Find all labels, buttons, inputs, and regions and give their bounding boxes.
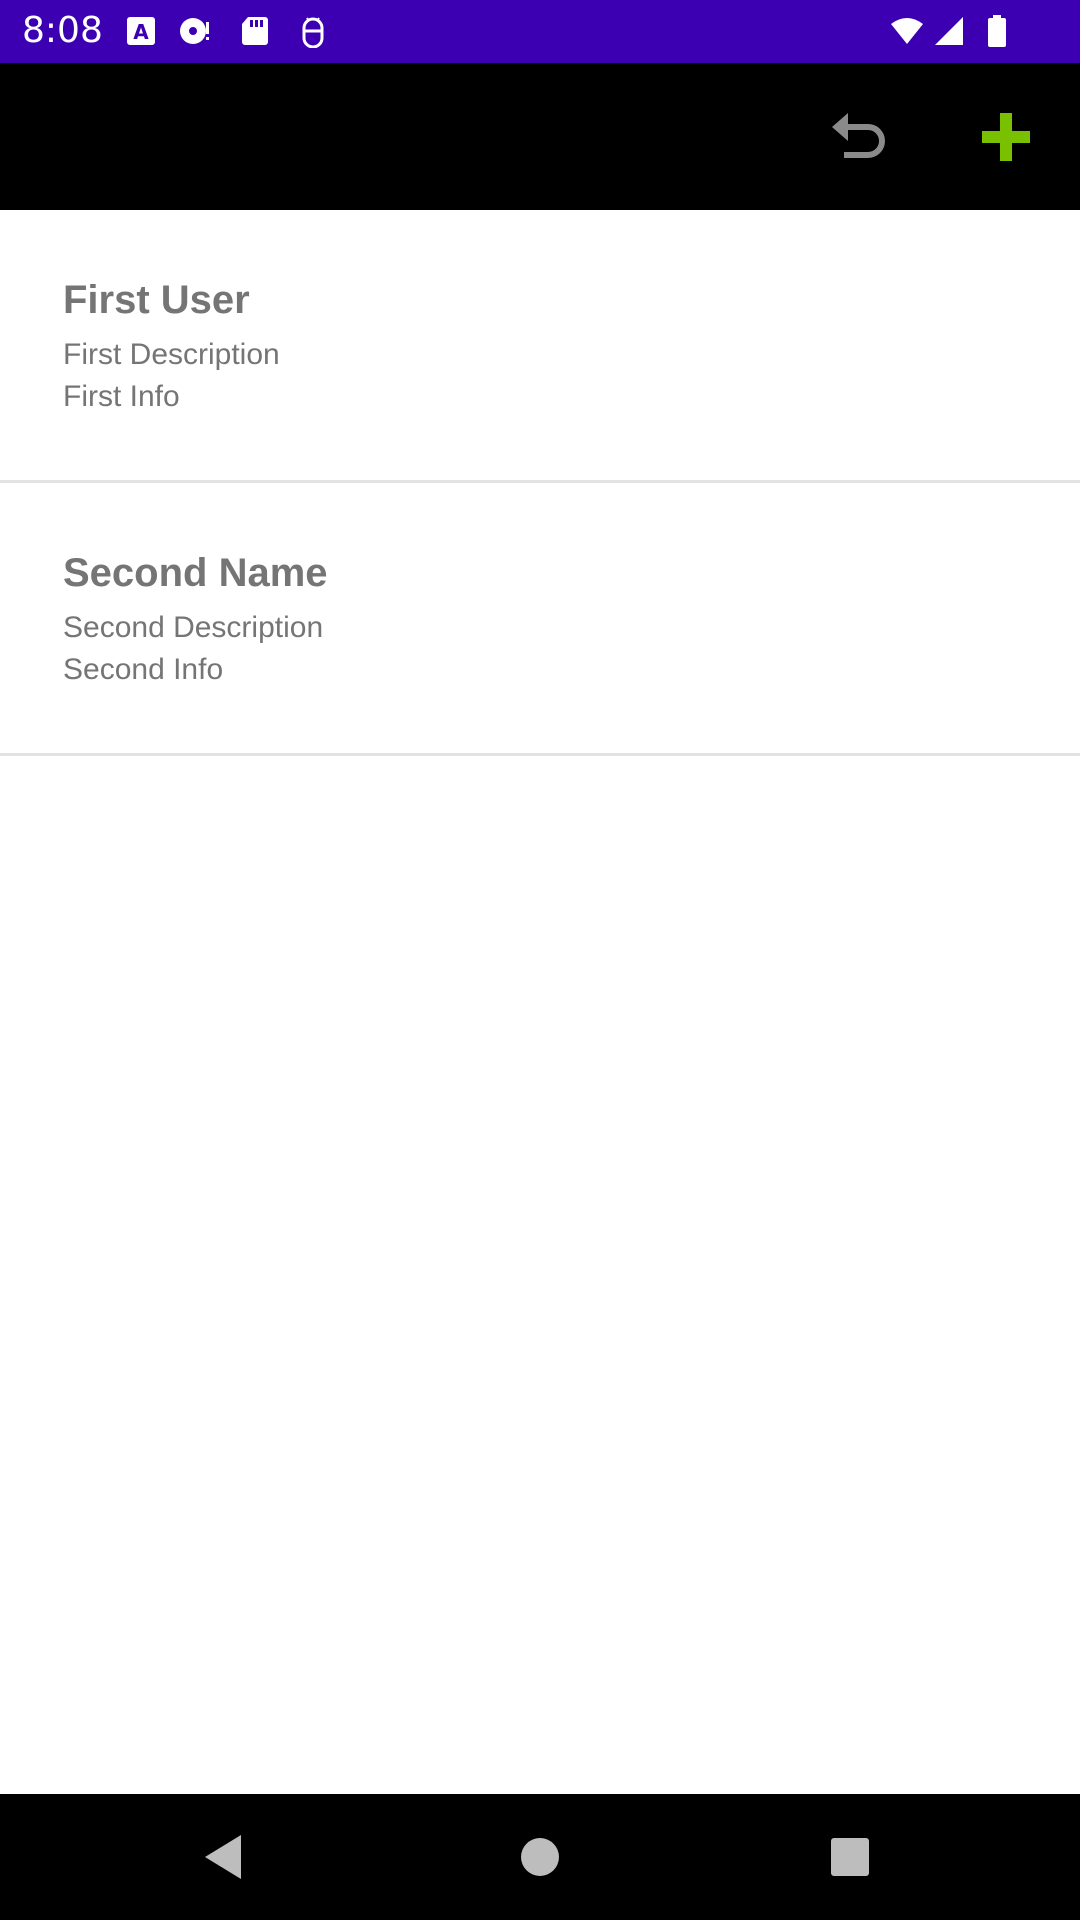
- home-button[interactable]: [500, 1817, 580, 1897]
- item-description: First Description: [63, 338, 280, 371]
- home-icon: [521, 1838, 559, 1876]
- undo-icon: [832, 112, 885, 158]
- battery-icon: [988, 15, 1006, 47]
- status-time: 8:08: [22, 10, 103, 51]
- item-description: Second Description: [63, 611, 324, 644]
- add-button[interactable]: [946, 63, 1066, 210]
- add-icon: [982, 112, 1030, 161]
- item-title: Second Name: [63, 551, 328, 595]
- recents-button[interactable]: [810, 1817, 890, 1897]
- item-info: First Info: [63, 380, 180, 413]
- android-debug-icon: [302, 17, 324, 48]
- svg-text:A: A: [133, 20, 149, 44]
- recents-icon: [831, 1838, 869, 1876]
- item-info: Second Info: [63, 653, 224, 686]
- user-list: First User First Description First Info …: [0, 210, 1080, 756]
- list-item[interactable]: Second Name Second Description Second In…: [0, 483, 1080, 756]
- undo-button[interactable]: [800, 63, 920, 210]
- back-button[interactable]: [185, 1817, 265, 1897]
- list-item[interactable]: First User First Description First Info: [0, 210, 1080, 483]
- status-bar: 8:08 A: [0, 0, 1080, 63]
- wifi-icon: [891, 18, 923, 44]
- item-title: First User: [63, 278, 250, 322]
- disc-icon: [180, 18, 209, 44]
- signal-icon: [935, 17, 963, 45]
- text-a-icon: A: [127, 17, 155, 45]
- sd-card-icon: [242, 17, 268, 45]
- back-icon: [205, 1835, 241, 1879]
- navigation-bar: [0, 1794, 1080, 1920]
- toolbar: [0, 63, 1080, 210]
